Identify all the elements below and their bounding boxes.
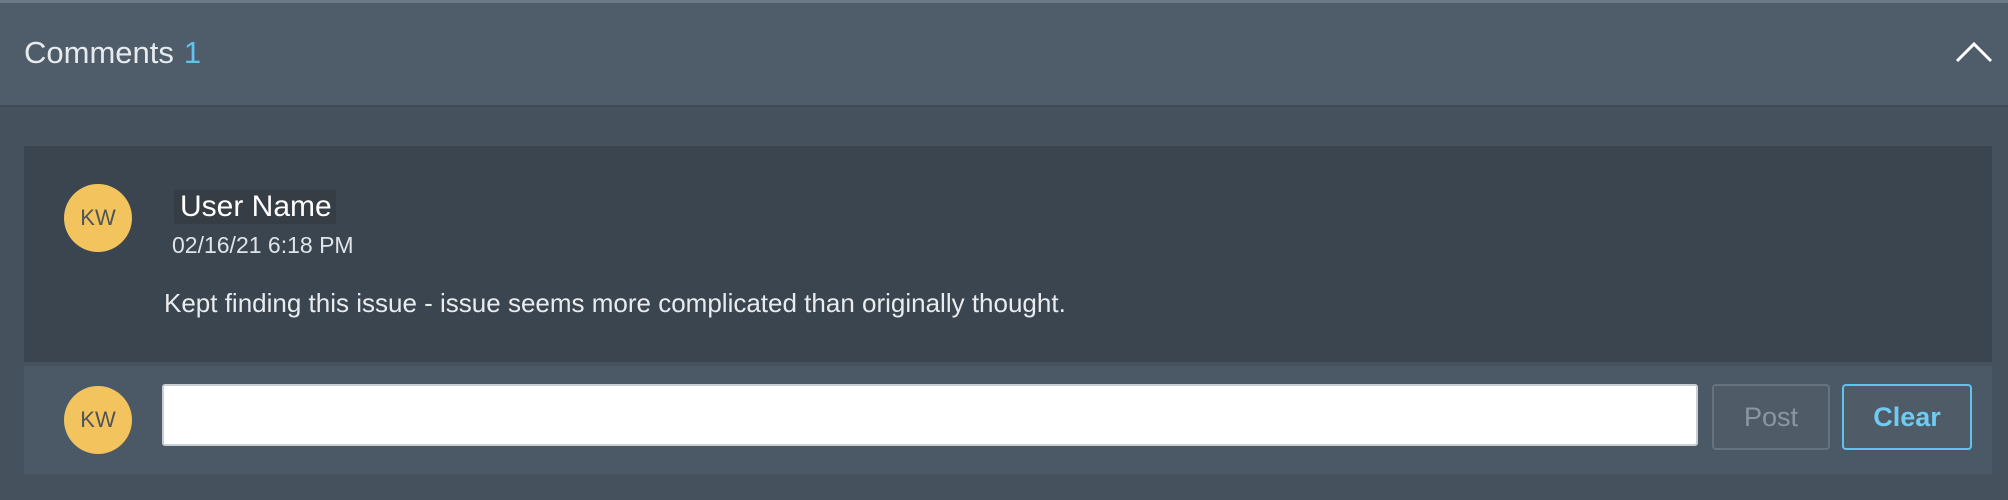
comment-text: Kept finding this issue - issue seems mo… — [164, 288, 1066, 318]
comment-author: User Name — [174, 190, 336, 224]
comments-header[interactable]: Comments 1 — [0, 3, 2008, 107]
comments-panel: Comments 1 KW User Name 02/16/21 6:18 PM … — [0, 0, 2008, 500]
clear-button[interactable]: Clear — [1842, 384, 1972, 450]
avatar: KW — [64, 386, 132, 454]
avatar-initials: KW — [80, 205, 116, 230]
comment-item: KW User Name 02/16/21 6:18 PM Kept findi… — [24, 146, 1992, 362]
header-title: Comments 1 — [24, 35, 201, 71]
header-title-label: Comments — [24, 35, 174, 70]
avatar: KW — [64, 184, 132, 252]
post-button[interactable]: Post — [1712, 384, 1830, 450]
comment-input[interactable] — [162, 384, 1698, 446]
comment-count: 1 — [183, 35, 202, 70]
chevron-up-icon[interactable] — [1954, 39, 1994, 65]
comment-timestamp: 02/16/21 6:18 PM — [172, 232, 354, 258]
compose-bar: KW Post Clear — [24, 366, 1992, 474]
avatar-initials: KW — [80, 407, 116, 432]
